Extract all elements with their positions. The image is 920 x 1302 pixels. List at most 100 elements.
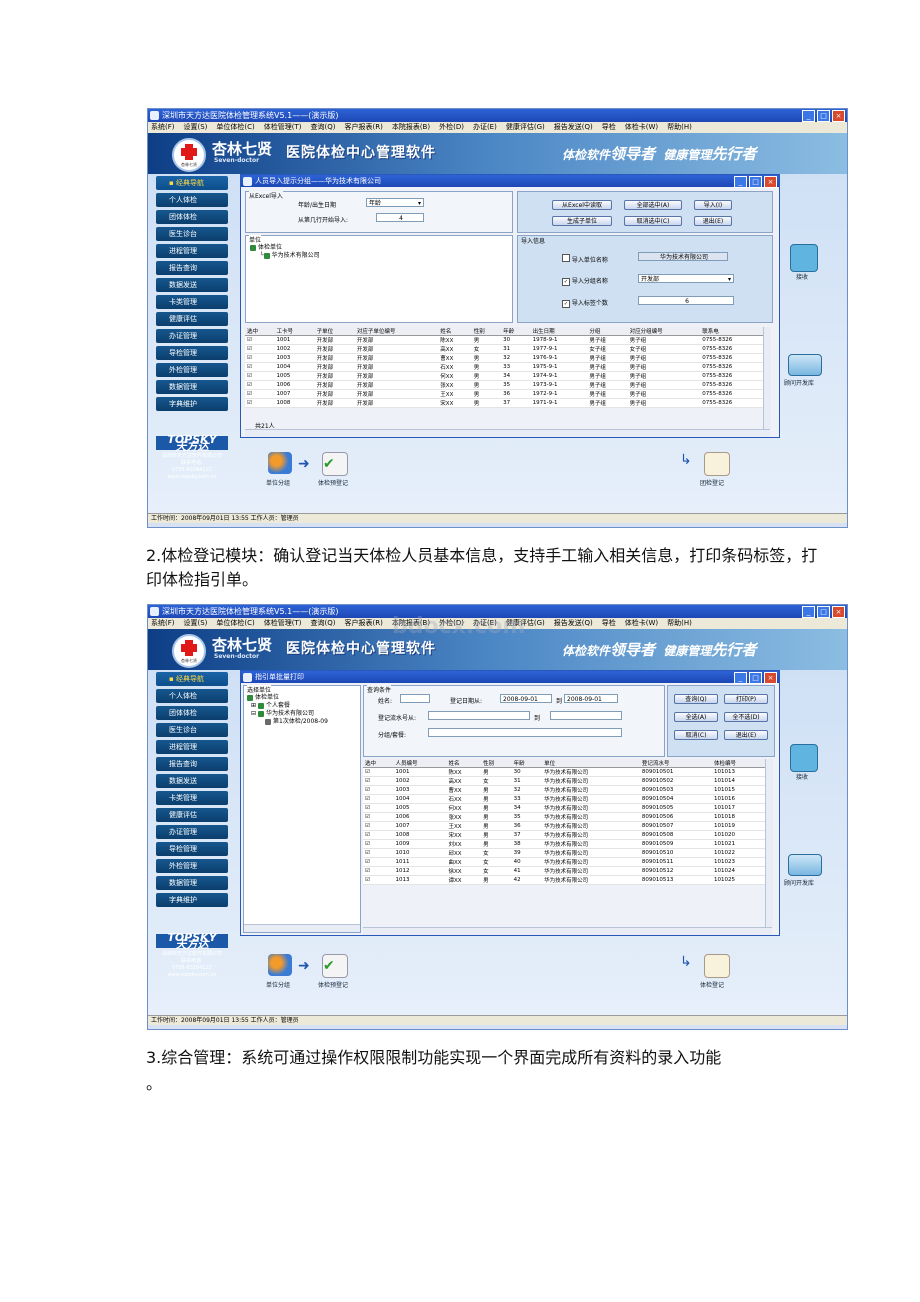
menu-item[interactable]: 健康评估(G) <box>506 122 545 133</box>
sidebar-item[interactable]: 报告查询 <box>156 757 228 771</box>
table-row[interactable]: ☑ 1005 开发部 开发部 何XX 男 34 1974-9-1 男子组 男子组 0755-8326 <box>245 371 767 381</box>
sidebar-item[interactable]: 数据发送 <box>156 774 228 788</box>
sidebar-item[interactable]: 个人体检 <box>156 689 228 703</box>
menu-item[interactable]: 帮助(H) <box>667 618 692 629</box>
date-from-input[interactable]: 2008-09-01 <box>500 694 552 703</box>
start-row-input[interactable]: 4 <box>376 213 424 222</box>
row-checkbox[interactable]: ☑ <box>363 839 394 849</box>
table-row[interactable]: ☑ 1009 刘XX 男 38 华为技术有限公司 809010509 101021 <box>363 839 765 849</box>
minimize-button[interactable]: _ <box>734 176 747 188</box>
col-header[interactable]: 姓名 <box>446 759 482 768</box>
sidebar-item[interactable]: 数据发送 <box>156 278 228 292</box>
minimize-button[interactable]: _ <box>802 606 815 618</box>
print-button[interactable]: 打印(P) <box>724 694 768 704</box>
vertical-scrollbar[interactable] <box>765 759 773 927</box>
sidebar-item-classic-nav[interactable]: ▪ 经典导航 <box>156 672 228 686</box>
sidebar-item[interactable]: 导检管理 <box>156 842 228 856</box>
menu-item[interactable]: 体检卡(W) <box>625 122 658 133</box>
menu-item[interactable]: 体检卡(W) <box>625 618 658 629</box>
minimize-button[interactable]: _ <box>802 110 815 122</box>
receive-label[interactable]: 接收 <box>796 272 808 281</box>
sidebar-item[interactable]: 报告查询 <box>156 261 228 275</box>
menu-item[interactable]: 系统(F) <box>151 122 175 133</box>
serial-from-input[interactable] <box>428 711 530 720</box>
sidebar-item[interactable]: 导检管理 <box>156 346 228 360</box>
opt-group-name[interactable]: ✓ 导入分组名称 <box>562 276 608 286</box>
sidebar-item[interactable]: 团体体检 <box>156 706 228 720</box>
col-header[interactable]: 体检编号 <box>712 759 765 768</box>
col-header[interactable]: 登记流水号 <box>639 759 713 768</box>
menu-item[interactable]: 设置(S) <box>184 122 208 133</box>
col-header[interactable]: 分组 <box>587 327 628 336</box>
menu-item[interactable]: 查询(Q) <box>311 618 336 629</box>
checklist-icon[interactable]: ✔ <box>322 452 348 476</box>
close-button[interactable]: × <box>832 110 845 122</box>
menu-item[interactable]: 导检 <box>602 122 616 133</box>
col-header[interactable]: 对应分组编号 <box>627 327 701 336</box>
deselect-button[interactable]: 取消选中(C) <box>624 216 682 226</box>
row-checkbox[interactable]: ☑ <box>245 353 275 363</box>
row-checkbox[interactable]: ☑ <box>363 785 394 795</box>
table-row[interactable]: ☑ 1006 开发部 开发部 张XX 男 35 1973-9-1 男子组 男子组 0755-8326 <box>245 380 767 390</box>
col-header[interactable]: 选中 <box>363 759 394 768</box>
generate-subunit-button[interactable]: 生成子单位 <box>552 216 612 226</box>
sidebar-item[interactable]: 健康评估 <box>156 312 228 326</box>
sidebar-item[interactable]: 医生诊台 <box>156 723 228 737</box>
serial-to-input[interactable] <box>550 711 622 720</box>
table-row[interactable]: ☑ 1010 邱XX 女 39 华为技术有限公司 809010510 101022 <box>363 848 765 858</box>
exit-button[interactable]: 退出(E) <box>724 730 768 740</box>
col-header[interactable]: 年龄 <box>511 759 543 768</box>
table-row[interactable]: ☑ 1004 开发部 开发部 石XX 男 33 1975-9-1 男子组 男子组 0755-8326 <box>245 362 767 372</box>
close-button[interactable]: × <box>832 606 845 618</box>
sidebar-item[interactable]: 外检管理 <box>156 859 228 873</box>
col-header[interactable]: 年龄 <box>501 327 531 336</box>
table-row[interactable]: ☑ 1002 开发部 开发部 高XX 女 31 1977-9-1 女子组 女子组 0755-8326 <box>245 344 767 354</box>
receive-label[interactable]: 接收 <box>796 772 808 781</box>
row-checkbox[interactable]: ☑ <box>363 830 394 840</box>
dev-library-label[interactable]: 顾问开发库 <box>784 878 814 887</box>
birth-select[interactable]: 年龄 ▾ <box>366 198 424 207</box>
select-all-button[interactable]: 全部选中(A) <box>624 200 682 210</box>
table-row[interactable]: ☑ 1007 开发部 开发部 王XX 男 36 1972-9-1 男子组 男子组 0755-8326 <box>245 389 767 399</box>
table-row[interactable]: ☑ 1004 石XX 男 33 华为技术有限公司 809010504 101016 <box>363 794 765 804</box>
row-checkbox[interactable]: ☑ <box>363 875 394 885</box>
table-row[interactable]: ☑ 1008 宋XX 男 37 华为技术有限公司 809010508 101020 <box>363 830 765 840</box>
sidebar-item[interactable]: 字典维护 <box>156 397 228 411</box>
import-button[interactable]: 导入(I) <box>694 200 732 210</box>
table-row[interactable]: ☑ 1003 曹XX 男 32 华为技术有限公司 809010503 101015 <box>363 785 765 795</box>
col-header[interactable]: 单位 <box>542 759 640 768</box>
row-checkbox[interactable]: ☑ <box>245 335 275 345</box>
select-none-button[interactable]: 全不选(D) <box>724 712 768 722</box>
people-group-icon[interactable] <box>268 954 292 976</box>
table-row[interactable]: ☑ 1005 何XX 男 34 华为技术有限公司 809010505 101017 <box>363 803 765 813</box>
sidebar-item[interactable]: 进程管理 <box>156 244 228 258</box>
table-row[interactable]: ☑ 1007 王XX 男 36 华为技术有限公司 809010507 101019 <box>363 821 765 831</box>
row-checkbox[interactable]: ☑ <box>245 362 275 372</box>
row-checkbox[interactable]: ☑ <box>363 821 394 831</box>
read-excel-button[interactable]: 从Excel中读取 <box>552 200 612 210</box>
close-button[interactable]: × <box>764 672 777 684</box>
unit-tree[interactable]: 体检单位 └ 华为技术有限公司 <box>250 244 320 260</box>
col-header[interactable]: 工卡号 <box>274 327 315 336</box>
register-form-icon[interactable] <box>704 452 730 476</box>
people-group-icon[interactable] <box>268 452 292 474</box>
sidebar-item-classic-nav[interactable]: ▪ 经典导航 <box>156 176 228 190</box>
menu-item[interactable]: 体检管理(T) <box>264 618 302 629</box>
menu-item[interactable]: 体检管理(T) <box>264 122 302 133</box>
label-count-input[interactable]: 6 <box>638 296 734 305</box>
unit-group-link[interactable]: 单位分组 <box>266 980 290 989</box>
exam-register-link[interactable]: 体检登记 <box>700 980 724 989</box>
sidebar-item[interactable]: 数据管理 <box>156 876 228 890</box>
sidebar-item[interactable]: 卡类管理 <box>156 295 228 309</box>
horizontal-scrollbar[interactable] <box>363 927 772 935</box>
col-header[interactable]: 性别 <box>471 327 502 336</box>
col-header[interactable]: 选中 <box>245 327 275 336</box>
dev-library-icon[interactable] <box>788 854 822 876</box>
row-checkbox[interactable]: ☑ <box>363 794 394 804</box>
col-header[interactable]: 出生日期 <box>530 327 588 336</box>
horizontal-scrollbar[interactable] <box>245 429 770 437</box>
sidebar-item[interactable]: 数据管理 <box>156 380 228 394</box>
select-all-button[interactable]: 全选(A) <box>674 712 718 722</box>
menu-item[interactable]: 系统(F) <box>151 618 175 629</box>
inbox-icon[interactable] <box>790 244 818 272</box>
